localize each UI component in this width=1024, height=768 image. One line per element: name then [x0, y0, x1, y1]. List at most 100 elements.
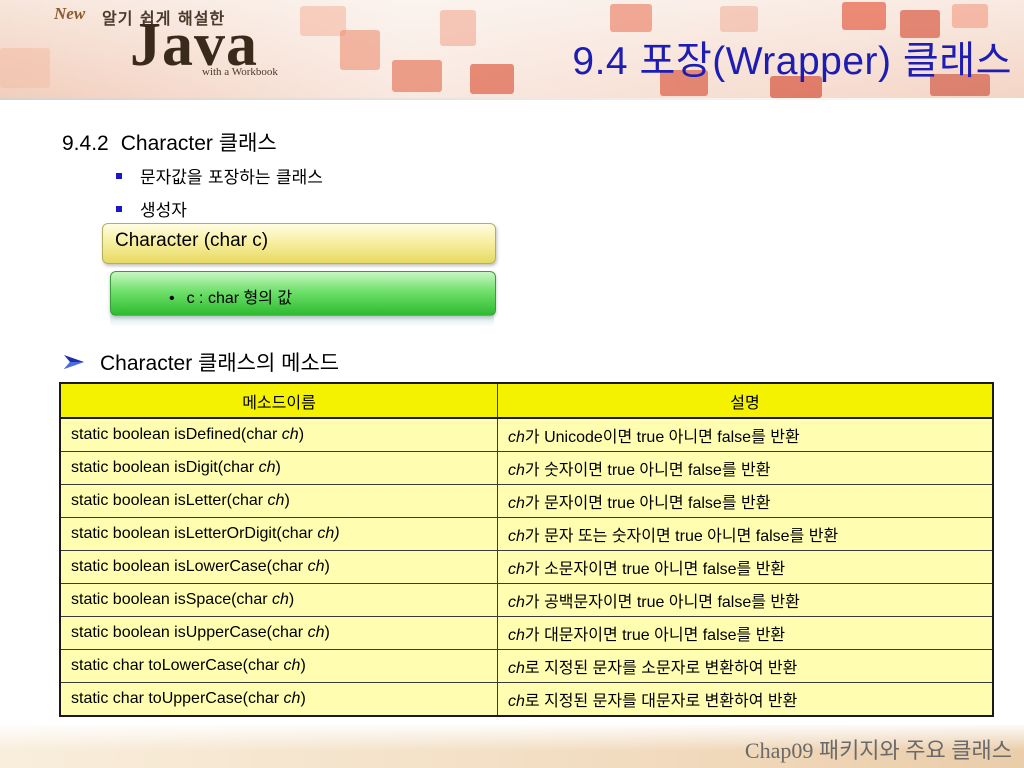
constructor-signature: Character (char c) [115, 230, 269, 251]
method-name-cell: static boolean isLetterOrDigit(char ch) [59, 517, 498, 551]
method-name-cell: static char toLowerCase(char ch) [59, 649, 498, 683]
method-name-cell: static boolean isSpace(char ch) [59, 583, 498, 617]
header-description: 설명 [497, 382, 994, 419]
desc-text: 가 Unicode이면 true 아니면 false를 반환 [524, 429, 800, 446]
description-cell: ch가 숫자이면 true 아니면 false를 반환 [497, 451, 994, 485]
method-name-cell: static boolean isUpperCase(char ch) [59, 616, 498, 650]
banner-decoration [720, 6, 758, 32]
method-name-cell: static char toUpperCase(char ch) [59, 682, 498, 717]
desc-text: 로 지정된 문자를 소문자로 변환하여 반환 [524, 660, 798, 677]
section-number: 9.4.2 [62, 132, 109, 155]
logo-new-label: New [54, 4, 86, 23]
table-row: static boolean isUpperCase(char ch) ch가 … [59, 616, 994, 650]
method-close: ) [324, 558, 330, 575]
description-cell: ch로 지정된 문자를 대문자로 변환하여 반환 [497, 682, 994, 717]
method-arg: ch [272, 591, 289, 608]
logo-workbook-label: with a Workbook [202, 66, 278, 78]
method-arg: ch [307, 624, 325, 641]
table-row: static boolean isLetterOrDigit(char ch) … [59, 517, 994, 551]
desc-text: 가 문자이면 true 아니면 false를 반환 [524, 495, 771, 512]
method-name-cell: static boolean isLowerCase(char ch) [59, 550, 498, 584]
banner-divider [0, 98, 1024, 100]
method-signature: static boolean isLetterOrDigit(char [71, 525, 318, 542]
method-name-cell: static boolean isLetter(char ch) [59, 484, 498, 518]
desc-text: 가 소문자이면 true 아니면 false를 반환 [524, 561, 786, 578]
table-row: static boolean isLowerCase(char ch) ch가 … [59, 550, 994, 584]
constructor-box: Character (char c) [102, 223, 496, 264]
desc-arg: ch [508, 561, 525, 578]
banner-decoration [842, 2, 886, 30]
method-arg: ch [258, 459, 276, 476]
table-row: static char toLowerCase(char ch) ch로 지정된… [59, 649, 994, 683]
arrow-bullet-icon [64, 355, 84, 370]
method-arg: ch) [317, 525, 340, 542]
bullet-item: 생성자 [116, 196, 187, 221]
desc-arg: ch [508, 594, 525, 611]
desc-arg: ch [508, 462, 525, 479]
banner-decoration [392, 60, 442, 92]
desc-arg: ch [508, 495, 525, 512]
bullet-text: 생성자 [140, 201, 187, 221]
desc-arg: ch [508, 627, 525, 644]
description-cell: ch가 대문자이면 true 아니면 false를 반환 [497, 616, 994, 650]
description-cell: ch가 문자 또는 숫자이면 true 아니면 false를 반환 [497, 517, 994, 551]
method-signature: static char toUpperCase(char [71, 690, 284, 707]
desc-text: 로 지정된 문자를 대문자로 변환하여 반환 [524, 693, 798, 710]
description-cell: ch로 지정된 문자를 소문자로 변환하여 반환 [497, 649, 994, 683]
methods-heading: Character 클래스의 메소드 [62, 347, 339, 377]
section-title: Character 클래스 [120, 132, 277, 155]
table-row: static char toUpperCase(char ch) ch로 지정된… [59, 682, 994, 717]
desc-arg: ch [508, 429, 525, 446]
desc-text: 가 대문자이면 true 아니면 false를 반환 [524, 627, 786, 644]
parameter-box: • c : char 형의 값 [110, 271, 496, 316]
banner-decoration [0, 48, 50, 88]
method-close: ) [275, 459, 281, 476]
desc-text: 가 공백문자이면 true 아니면 false를 반환 [524, 594, 800, 611]
method-name-cell: static boolean isDefined(char ch) [59, 417, 498, 452]
method-name-cell: static boolean isDigit(char ch) [59, 451, 498, 485]
slide-title: 9.4 포장(Wrapper) 클래스 [572, 40, 1012, 83]
banner-decoration [470, 64, 514, 94]
method-signature: static boolean isSpace(char [71, 591, 272, 608]
method-signature: static boolean isUpperCase(char [71, 624, 308, 641]
table-row: static boolean isDefined(char ch) ch가 Un… [59, 417, 994, 452]
method-close: ) [300, 657, 306, 674]
parameter-box-reflection [110, 315, 494, 327]
method-signature: static boolean isLowerCase(char [71, 558, 308, 575]
method-close: ) [298, 426, 305, 443]
description-cell: ch가 Unicode이면 true 아니면 false를 반환 [497, 417, 994, 452]
method-arg: ch [283, 690, 301, 707]
desc-arg: ch [508, 660, 525, 677]
java-logo: New 알기 쉽게 해설한 Java with a Workbook [50, 2, 290, 94]
table-row: static boolean isLetter(char ch) ch가 문자이… [59, 484, 994, 518]
method-close: ) [324, 624, 330, 641]
method-signature: static boolean isDefined(char [71, 426, 282, 443]
desc-text: 가 숫자이면 true 아니면 false를 반환 [524, 462, 771, 479]
description-cell: ch가 문자이면 true 아니면 false를 반환 [497, 484, 994, 518]
banner-decoration [340, 30, 380, 70]
banner-decoration [610, 4, 652, 32]
description-cell: ch가 소문자이면 true 아니면 false를 반환 [497, 550, 994, 584]
method-arg: ch [283, 657, 301, 674]
desc-arg: ch [508, 693, 525, 710]
parameter-description: • c : char 형의 값 [169, 284, 292, 308]
square-bullet-icon [116, 173, 122, 179]
square-bullet-icon [116, 206, 122, 212]
description-cell: ch가 공백문자이면 true 아니면 false를 반환 [497, 583, 994, 617]
desc-arg: ch [508, 528, 525, 545]
desc-text: 가 문자 또는 숫자이면 true 아니면 false를 반환 [524, 528, 839, 545]
table-row: static boolean isDigit(char ch) ch가 숫자이면… [59, 451, 994, 485]
method-close: ) [284, 492, 290, 509]
bullet-text: 문자값을 포장하는 클래스 [140, 168, 323, 188]
round-bullet-icon: • [169, 290, 175, 307]
method-signature: static boolean isDigit(char [71, 459, 259, 476]
header-method-name: 메소드이름 [59, 382, 498, 419]
banner-decoration [952, 4, 988, 28]
parameter-text: c : char 형의 값 [186, 290, 293, 307]
footer-chapter-label: Chap09 패키지와 주요 클래스 [744, 738, 1012, 763]
banner-decoration [440, 10, 476, 46]
method-close: ) [288, 591, 295, 608]
table-row: static boolean isSpace(char ch) ch가 공백문자… [59, 583, 994, 617]
method-signature: static boolean isLetter(char [71, 492, 268, 509]
method-arg: ch [307, 558, 325, 575]
